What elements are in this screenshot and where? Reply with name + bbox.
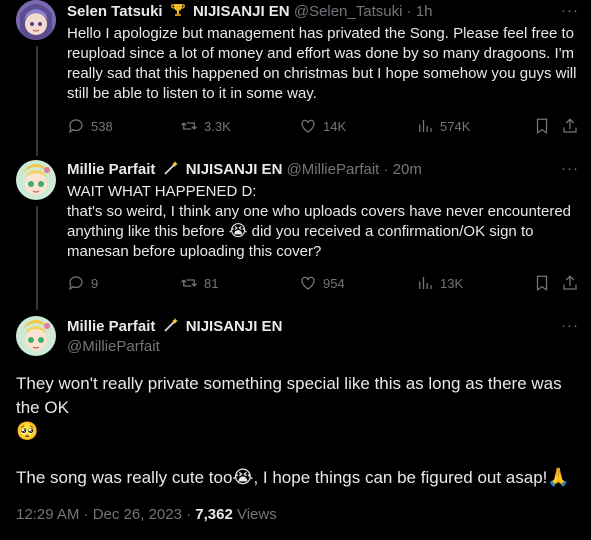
- more-options-button[interactable]: ···: [561, 317, 579, 334]
- bookmark-button[interactable]: [533, 117, 551, 135]
- thread-connector: [36, 206, 38, 310]
- like-count: 14K: [323, 118, 347, 134]
- repost-button[interactable]: 3.3K: [180, 117, 231, 135]
- tweet-text: Hello I apologize but management has pri…: [67, 25, 581, 102]
- like-button[interactable]: 14K: [299, 117, 346, 135]
- handle-row: @MillieParfait: [67, 337, 160, 357]
- folded-hands-icon: 🙏: [547, 467, 570, 487]
- tweet-text: WAIT WHAT HAPPENED D: that's so weird, I…: [67, 182, 582, 262]
- display-name[interactable]: Millie Parfait: [67, 318, 155, 335]
- view-count: 7,362: [195, 506, 233, 523]
- repost-button[interactable]: 81: [180, 274, 218, 292]
- crying-face-icon: 😭: [232, 467, 254, 487]
- timestamp[interactable]: · 1h: [407, 3, 433, 20]
- view-count: 13K: [440, 275, 464, 291]
- tweet-header: Millie Parfait NIJISANJI EN: [67, 317, 282, 339]
- handle[interactable]: @MillieParfait: [287, 161, 380, 178]
- handle[interactable]: @Selen_Tatsuki: [294, 3, 403, 20]
- bookmark-icon: [536, 275, 548, 291]
- pleading-face-icon: 🥺: [16, 421, 39, 441]
- action-bar: 9 81 954 13K: [67, 274, 579, 294]
- text-paragraph: , I hope things can be figured out asap!: [253, 468, 548, 487]
- repost-icon: [181, 122, 197, 130]
- share-button[interactable]: [561, 274, 579, 292]
- tweet-header: Selen Tatsuki NIJISANJI EN @Selen_Tatsuk…: [67, 2, 432, 24]
- avatar-selen[interactable]: [16, 0, 56, 40]
- display-name[interactable]: Millie Parfait: [67, 161, 155, 178]
- text-paragraph: The song was really cute too: [16, 468, 233, 487]
- view-count: 574K: [440, 118, 471, 134]
- avatar-millie[interactable]: [16, 160, 56, 200]
- post-timestamp[interactable]: 12:29 AM · Dec 26, 2023 ·: [16, 506, 195, 523]
- text-paragraph: They won't really private something spec…: [16, 374, 567, 417]
- heart-icon: [301, 119, 315, 133]
- like-button[interactable]: 954: [299, 274, 345, 292]
- heart-icon: [301, 276, 315, 290]
- share-button[interactable]: [561, 117, 579, 135]
- more-options-button[interactable]: ···: [561, 2, 579, 19]
- tweet-text: They won't really private something spec…: [16, 372, 581, 444]
- repost-count: 81: [204, 275, 219, 291]
- affiliation: NIJISANJI EN: [185, 161, 283, 178]
- tweet-header: Millie Parfait NIJISANJI EN @MillieParfa…: [67, 160, 422, 182]
- magic-wand-icon: [163, 160, 179, 182]
- affiliation: NIJISANJI EN: [192, 3, 290, 20]
- text-line: WAIT WHAT HAPPENED D:: [67, 183, 257, 200]
- bookmark-button[interactable]: [533, 274, 551, 292]
- reply-icon: [69, 276, 83, 291]
- reply-button[interactable]: 538: [67, 117, 113, 135]
- bookmark-icon: [536, 118, 548, 134]
- share-icon: [563, 275, 577, 290]
- crying-face-icon: 😭: [228, 223, 248, 240]
- analytics-icon: [419, 120, 432, 132]
- views-button[interactable]: 13K: [416, 274, 463, 292]
- tweet-meta: 12:29 AM · Dec 26, 2023 · 7,362 Views: [16, 506, 277, 523]
- tweet-text: The song was really cute too😭, I hope th…: [16, 466, 581, 490]
- share-icon: [563, 118, 577, 133]
- views-button[interactable]: 574K: [416, 117, 470, 135]
- affiliation: NIJISANJI EN: [185, 318, 283, 335]
- views-label: Views: [232, 506, 277, 523]
- analytics-icon: [419, 277, 432, 289]
- reply-icon: [69, 119, 83, 134]
- more-options-button[interactable]: ···: [561, 160, 579, 177]
- like-count: 954: [323, 275, 345, 291]
- action-bar: 538 3.3K 14K 574K: [67, 117, 579, 137]
- handle[interactable]: @MillieParfait: [67, 338, 160, 355]
- trophy-icon: [170, 2, 186, 24]
- repost-icon: [181, 279, 197, 287]
- magic-wand-icon: [163, 317, 179, 339]
- thread-connector: [36, 46, 38, 156]
- timestamp[interactable]: · 20m: [384, 161, 422, 178]
- avatar-millie[interactable]: [16, 316, 56, 356]
- reply-count: 9: [91, 275, 99, 291]
- repost-count: 3.3K: [204, 118, 231, 134]
- reply-button[interactable]: 9: [67, 274, 98, 292]
- display-name[interactable]: Selen Tatsuki: [67, 3, 163, 20]
- reply-count: 538: [91, 118, 113, 134]
